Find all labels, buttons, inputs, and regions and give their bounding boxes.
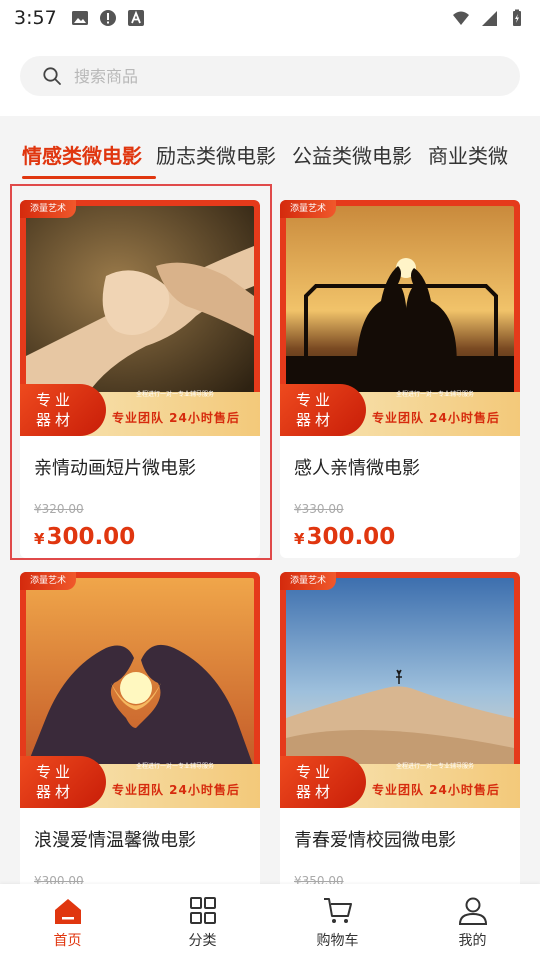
brand-tag: 添量艺术 — [20, 572, 77, 590]
product-image: 添量艺术 全程进行一对一专业辅导服务 专业 器材 专业团队 24小时售后 — [280, 200, 520, 436]
nav-home[interactable]: 首页 — [0, 884, 135, 960]
banner-text: 专业团队 24小时售后 — [372, 783, 500, 797]
service-note: 全程进行一对一专业辅导服务 — [396, 763, 475, 770]
brand-tag: 添量艺术 — [280, 572, 337, 590]
holding-hands-photo — [26, 206, 254, 396]
bottom-nav: 首页 分类 购物车 我的 — [0, 884, 540, 960]
user-icon — [458, 897, 487, 925]
product-card[interactable]: 添量艺术 全程进行一对一专业辅导服务 专业 器材 专业团队 24小时售后 感人亲… — [280, 200, 520, 558]
original-price: ¥330.00 — [294, 502, 344, 516]
sale-price: ¥300.00 — [20, 516, 260, 550]
badge-line1: 专业 — [36, 763, 75, 781]
product-card[interactable]: 添量艺术 全程进行一对一专业辅导服务 专业 器材 专业团队 24小时售后 浪漫爱… — [20, 572, 260, 892]
banner-text: 专业团队 24小时售后 — [112, 411, 240, 425]
nav-profile[interactable]: 我的 — [405, 884, 540, 960]
search-icon — [43, 67, 61, 85]
banner-text: 专业团队 24小时售后 — [372, 411, 500, 425]
nav-label-cart: 购物车 — [316, 933, 359, 949]
category-tabs: 情感类微电影 励志类微电影 公益类微电影 商业类微 — [0, 126, 540, 182]
product-card[interactable]: 添量艺术 全程进行一对一专业辅导服务 专业 器材 专业团队 24小时售后 青春爱… — [280, 572, 520, 892]
search-area — [0, 36, 540, 116]
service-note: 全程进行一对一专业辅导服务 — [136, 391, 215, 398]
product-title: 感人亲情微电影 — [294, 458, 420, 479]
brand-tag: 添量艺术 — [20, 200, 77, 218]
pro-equipment-badge: 专业 器材 — [280, 756, 366, 808]
alert-icon — [99, 10, 116, 26]
pro-equipment-badge: 专业 器材 — [280, 384, 366, 436]
tab-active-indicator — [22, 176, 156, 179]
price-value: 300.00 — [46, 524, 136, 550]
wifi-icon — [453, 11, 469, 25]
tab-emotional-films[interactable]: 情感类微电影 — [22, 140, 142, 169]
pro-equipment-badge: 专业 器材 — [20, 756, 106, 808]
badge-line2: 器材 — [36, 783, 75, 801]
badge-line1: 专业 — [36, 391, 75, 409]
battery-icon — [513, 9, 521, 26]
product-image: 添量艺术 全程进行一对一专业辅导服务 专业 器材 专业团队 24小时售后 — [280, 572, 520, 808]
banner-text: 专业团队 24小时售后 — [112, 783, 240, 797]
price-value: 300.00 — [306, 524, 396, 550]
font-icon — [127, 10, 144, 26]
service-note: 全程进行一对一专业辅导服务 — [396, 391, 475, 398]
status-time: 3:57 — [14, 7, 57, 29]
product-image: 添量艺术 全程进行一对一专业辅导服务 专业 器材 专业团队 24小时售后 — [20, 200, 260, 436]
product-title: 青春爱情校园微电影 — [294, 830, 456, 851]
nav-category[interactable]: 分类 — [135, 884, 270, 960]
product-title: 亲情动画短片微电影 — [34, 458, 196, 479]
nav-label-category: 分类 — [188, 933, 217, 949]
sale-price: ¥300.00 — [280, 516, 520, 550]
nav-cart[interactable]: 购物车 — [270, 884, 405, 960]
original-price: ¥320.00 — [34, 502, 84, 516]
badge-line2: 器材 — [296, 783, 335, 801]
tab-public-welfare-films[interactable]: 公益类微电影 — [292, 140, 412, 169]
image-icon — [71, 11, 88, 25]
pro-equipment-badge: 专业 器材 — [20, 384, 106, 436]
search-input[interactable] — [74, 66, 454, 86]
desert-dune-photo — [286, 578, 514, 768]
heart-hands-sunset-photo — [26, 578, 254, 768]
home-icon — [54, 899, 81, 924]
product-image: 添量艺术 全程进行一对一专业辅导服务 专业 器材 专业团队 24小时售后 — [20, 572, 260, 808]
tab-inspirational-films[interactable]: 励志类微电影 — [156, 140, 276, 169]
tab-commercial-films[interactable]: 商业类微 — [428, 140, 508, 169]
badge-line2: 器材 — [36, 411, 75, 429]
nav-label-home: 首页 — [53, 933, 82, 949]
product-card[interactable]: 添量艺术 全程进行一对一专业辅导服务 专业 器材 专业团队 24小时售后 亲情动… — [20, 200, 260, 558]
cart-icon — [323, 898, 352, 923]
badge-line1: 专业 — [296, 763, 335, 781]
couple-sunset-photo — [286, 206, 514, 396]
signal-icon — [482, 11, 497, 26]
search-bar[interactable] — [20, 56, 520, 96]
status-bar: 3:57 — [0, 0, 540, 36]
brand-tag: 添量艺术 — [280, 200, 337, 218]
product-title: 浪漫爱情温馨微电影 — [34, 830, 196, 851]
currency-symbol: ¥ — [294, 530, 305, 548]
badge-line1: 专业 — [296, 391, 335, 409]
badge-line2: 器材 — [296, 411, 335, 429]
service-note: 全程进行一对一专业辅导服务 — [136, 763, 215, 770]
nav-label-profile: 我的 — [458, 933, 487, 949]
currency-symbol: ¥ — [34, 530, 45, 548]
grid-icon — [189, 897, 216, 924]
